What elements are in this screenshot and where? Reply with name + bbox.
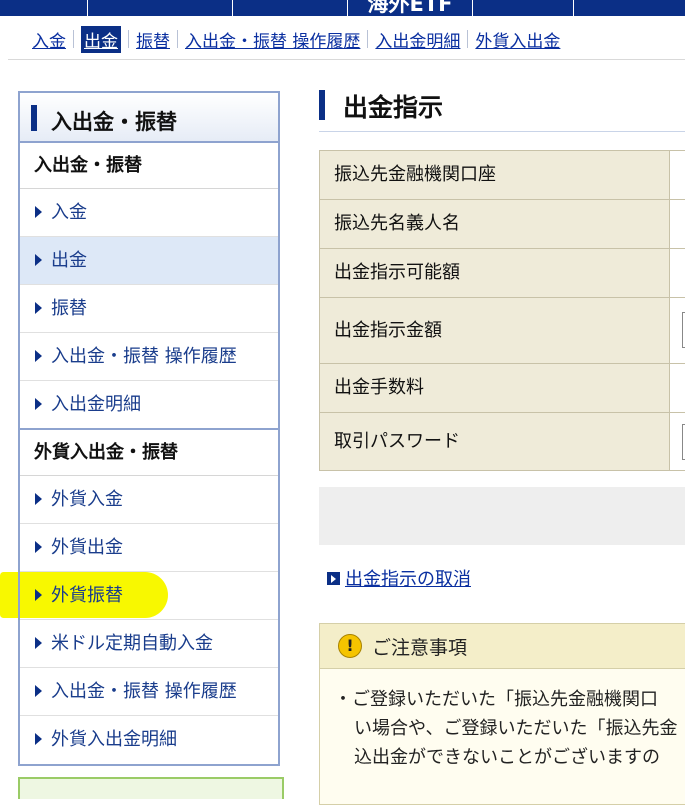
sidebar-item-history[interactable]: 入出金・振替 操作履歴 [20, 333, 278, 381]
sub-nav: 入金 出金 振替 入出金・振替 操作履歴 入出金明細 外貨入出金 [32, 25, 560, 53]
arrow-right-icon [35, 254, 42, 266]
arrow-right-icon [35, 398, 42, 410]
arrow-square-icon [327, 571, 340, 585]
subnav-transfer-link[interactable]: 振替 [136, 27, 170, 52]
subnav-separator [177, 30, 178, 48]
form-row-withdrawal-amount: 出金指示金額 [320, 298, 685, 364]
form-row-account-holder: 振込先名義人名 [320, 200, 685, 249]
top-nav-tab-2[interactable] [87, 0, 232, 16]
main-title-bar [319, 90, 325, 120]
notice-title: ご注意事項 [372, 637, 468, 659]
form-label: 振込先名義人名 [320, 200, 670, 248]
subnav-foreign-link[interactable]: 外貨入出金 [475, 27, 560, 52]
arrow-right-icon [35, 685, 42, 697]
sidebar-item-label: 入出金明細 [51, 394, 141, 415]
notice-line: い場合や、ご登録いただいた「振込先金 [354, 718, 678, 739]
sidebar-item-usd-auto-deposit[interactable]: 米ドル定期自動入金 [20, 620, 278, 668]
form-row-password: 取引パスワード [320, 413, 685, 470]
subnav-statement-link[interactable]: 入出金明細 [375, 27, 460, 52]
arrow-right-icon [35, 493, 42, 505]
form-value [671, 151, 685, 199]
arrow-right-icon [35, 302, 42, 314]
form-label: 取引パスワード [320, 413, 670, 470]
sidebar-item-label: 入金 [51, 202, 87, 223]
top-nav: 海外ETF [0, 0, 685, 16]
exclamation-icon: ! [338, 634, 362, 658]
top-nav-tab-1[interactable] [0, 0, 86, 16]
sidebar-header-bar [31, 105, 37, 131]
subnav-separator [367, 30, 369, 48]
sidebar-section-heading: 外貨入出金・振替 [20, 430, 278, 476]
notice-line: 込出金ができないことがございますの [354, 747, 660, 768]
sidebar-item-label: 外貨振替 [51, 585, 123, 606]
sidebar-item-foreign-statement[interactable]: 外貨入出金明細 [20, 716, 278, 763]
subnav-history-link[interactable]: 入出金・振替 操作履歴 [185, 27, 360, 52]
form-value [671, 200, 685, 248]
sidebar-item-foreign-withdrawal[interactable]: 外貨出金 [20, 524, 278, 572]
form-label: 振込先金融機関口座 [320, 151, 670, 199]
sidebar-item-label: 入出金・振替 操作履歴 [51, 681, 237, 702]
sidebar-item-label: 振替 [51, 298, 87, 319]
arrow-right-icon [35, 206, 42, 218]
sidebar-item-transfer[interactable]: 振替 [20, 285, 278, 333]
subnav-deposit-link[interactable]: 入金 [32, 27, 66, 52]
sidebar-bottom-box [18, 777, 284, 799]
sidebar-header: 入出金・振替 [20, 93, 278, 143]
cancel-link-label: 出金指示の取消 [345, 569, 471, 590]
arrow-right-icon [35, 541, 42, 553]
sidebar-item-withdrawal[interactable]: 出金 [20, 237, 278, 285]
top-nav-tab-3[interactable] [232, 0, 347, 16]
sidebar-item-label: 外貨出金 [51, 537, 123, 558]
top-nav-tab-5[interactable] [472, 0, 573, 16]
sidebar-item-statement[interactable]: 入出金明細 [20, 381, 278, 430]
sidebar-item-label: 出金 [51, 250, 87, 271]
title-underline [319, 131, 685, 132]
subnav-separator [128, 30, 129, 48]
sidebar-item-foreign-transfer[interactable]: 外貨振替 [20, 572, 278, 620]
arrow-right-icon [35, 350, 42, 362]
arrow-right-icon [35, 589, 42, 601]
form-row-bank-account: 振込先金融機関口座 [320, 151, 685, 200]
form-label: 出金手数料 [320, 364, 670, 412]
button-area [319, 487, 685, 545]
sidebar-title: 入出金・振替 [51, 110, 177, 134]
sidebar-item-label: 外貨入金 [51, 489, 123, 510]
form-row-fee: 出金手数料 [320, 364, 685, 413]
withdrawal-form-table: 振込先金融機関口座 振込先名義人名 出金指示可能額 出金指示金額 出金手数料 取… [319, 150, 685, 471]
notice-body: ・ご登録いただいた「振込先金融機関口 い場合や、ご登録いただいた「振込先金 込出… [320, 669, 685, 772]
sidebar-item-label: 外貨入出金明細 [51, 729, 177, 750]
subnav-separator [73, 30, 74, 48]
sidebar: 入出金・振替 入出金・振替 入金 出金 振替 入出金・振替 操作履歴 入出金明細… [18, 91, 280, 766]
top-nav-tab-label: 海外ETF [367, 0, 453, 16]
form-row-available-amount: 出金指示可能額 [320, 249, 685, 298]
notice-box: ! ご注意事項 ・ご登録いただいた「振込先金融機関口 い場合や、ご登録いただいた… [319, 623, 685, 805]
subnav-withdrawal-link[interactable]: 出金 [81, 25, 121, 53]
arrow-right-icon [35, 733, 42, 745]
sidebar-item-foreign-deposit[interactable]: 外貨入金 [20, 476, 278, 524]
notice-header: ! ご注意事項 [320, 624, 685, 669]
form-label: 出金指示可能額 [320, 249, 670, 297]
sidebar-item-foreign-history[interactable]: 入出金・振替 操作履歴 [20, 668, 278, 716]
form-value [671, 249, 685, 297]
sidebar-section-heading: 入出金・振替 [20, 143, 278, 189]
sidebar-item-deposit[interactable]: 入金 [20, 189, 278, 237]
top-nav-tab-6[interactable] [573, 0, 685, 16]
sidebar-item-label: 米ドル定期自動入金 [51, 633, 213, 654]
top-nav-tab-4[interactable]: 海外ETF [347, 0, 472, 16]
page-title: 出金指示 [343, 93, 444, 122]
notice-line: ・ご登録いただいた「振込先金融機関口 [334, 689, 658, 710]
cancel-withdrawal-link[interactable]: 出金指示の取消 [327, 565, 471, 591]
form-label: 出金指示金額 [320, 298, 670, 363]
subnav-separator [467, 30, 469, 48]
form-value [671, 364, 685, 412]
subnav-rule [8, 59, 685, 60]
sidebar-item-label: 入出金・振替 操作履歴 [51, 346, 237, 367]
arrow-right-icon [35, 637, 42, 649]
